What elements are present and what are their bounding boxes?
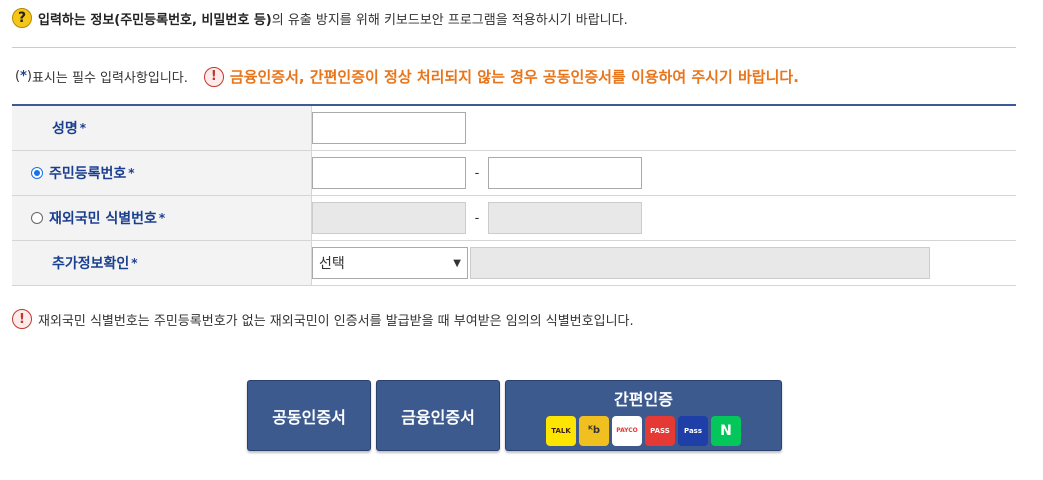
simple-auth-logos: TALK ᴷb PAYCO PASS Pass N (545, 415, 743, 446)
foreign-id-front-input (312, 202, 466, 234)
notice-text: 의 유출 방지를 위해 키보드보안 프로그램을 적용하시기 바랍니다. (271, 12, 628, 28)
exclamation-icon: ! (203, 66, 224, 87)
keyboard-security-notice: ? 입력하는 정보(주민등록번호, 비밀번호 등) 의 유출 방지를 위해 키보드… (12, 8, 628, 28)
extra-info-input (470, 247, 930, 279)
required-star-icon: * (131, 256, 138, 270)
naver-icon: N (711, 415, 741, 446)
required-star-icon: * (79, 121, 87, 135)
footnote-text: 재외국민 식별번호는 주민등록번호가 없는 재외국민이 인증서를 발급받을 때 … (38, 313, 634, 329)
kakao-icon: TALK (546, 415, 576, 446)
name-row: 성명 * (12, 105, 1016, 151)
cert-warning-text: 금융인증서, 간편인증이 정상 처리되지 않는 경우 공동인증서를 이용하여 주… (229, 68, 799, 86)
simple-auth-label: 간편인증 (614, 389, 673, 409)
rrn-label: 주민등록번호 (49, 166, 127, 182)
rrn-row: 주민등록번호 * - (12, 150, 1016, 196)
required-star-icon: * (158, 211, 166, 225)
joint-certificate-button[interactable]: 공동인증서 (247, 380, 371, 451)
required-fields-notice: (*) 표시는 필수 입력사항입니다. ! 금융인증서, 간편인증이 정상 처리되… (15, 66, 799, 87)
extra-info-select[interactable]: 선택 ▼ (312, 247, 468, 279)
notice-bold-text: 입력하는 정보(주민등록번호, 비밀번호 등) (38, 12, 272, 28)
extra-info-row: 추가정보확인 * 선택 ▼ (12, 240, 1016, 286)
cert-warning: ! 금융인증서, 간편인증이 정상 처리되지 않는 경우 공동인증서를 이용하여… (203, 66, 799, 87)
payco-icon: PAYCO (612, 415, 642, 446)
foreign-id-back-input (488, 202, 642, 234)
rrn-front-input[interactable] (312, 157, 466, 189)
foreign-id-footnote: ! 재외국민 식별번호는 주민등록번호가 없는 재외국민이 인증서를 발급받을 … (12, 309, 634, 329)
required-star-icon: * (128, 166, 135, 180)
name-input[interactable] (312, 112, 466, 144)
samsung-pass-icon: Pass (678, 415, 708, 446)
foreign-id-label: 재외국민 식별번호 (49, 211, 157, 227)
simple-auth-button[interactable]: 간편인증 TALK ᴷb PAYCO PASS Pass N (505, 380, 782, 451)
required-note-text: 표시는 필수 입력사항입니다. (31, 71, 188, 86)
extra-info-label: 추가정보확인 (52, 256, 130, 272)
foreign-id-radio[interactable] (31, 212, 43, 224)
foreign-id-dash: - (474, 210, 480, 226)
identity-form: 성명 * 주민등록번호 * - 재외국민 식별번호 * - 추가정보확인 * 선택 ▼ (12, 104, 1016, 286)
chevron-down-icon: ▼ (453, 257, 461, 269)
rrn-dash: - (474, 165, 480, 181)
rrn-radio[interactable] (31, 167, 43, 179)
divider (12, 47, 1016, 48)
extra-info-select-value: 선택 (319, 256, 345, 272)
name-label: 성명 (52, 121, 78, 137)
question-icon: ? (12, 8, 32, 28)
exclamation-icon: ! (12, 309, 32, 329)
foreign-id-row: 재외국민 식별번호 * - (12, 195, 1016, 241)
financial-certificate-button[interactable]: 금융인증서 (376, 380, 500, 451)
required-star-icon: * (20, 69, 27, 84)
pass-icon: PASS (645, 415, 675, 446)
rrn-back-input[interactable] (488, 157, 642, 189)
kb-icon: ᴷb (579, 415, 609, 446)
